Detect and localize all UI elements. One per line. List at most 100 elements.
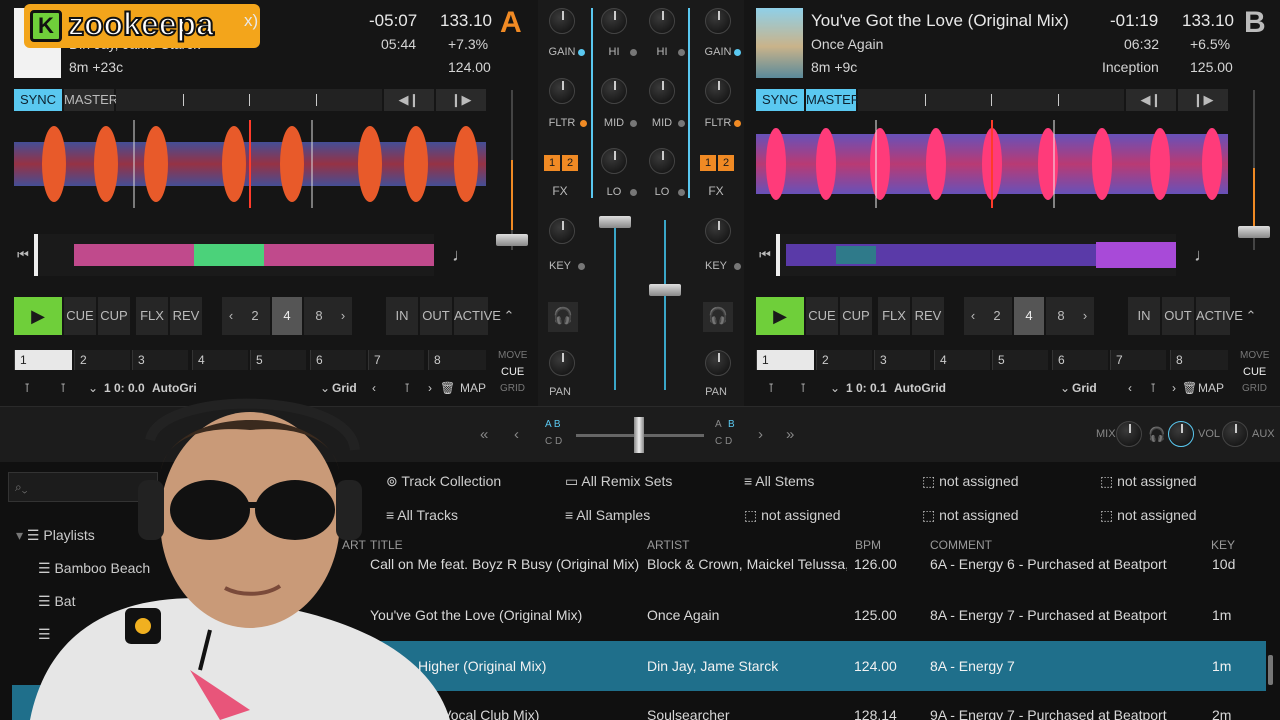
deck-b-overview-waveform[interactable] [776,234,1176,276]
channel-a-key-led[interactable] [578,263,585,270]
deck-b-collapse-icon[interactable]: ⌃ [1236,297,1266,335]
crossfader-right-cd[interactable]: C D [715,436,732,447]
table-row[interactable]: gh (Vocal Club Mix) Soulsearcher 128.14 … [342,700,1266,720]
favorite-slot-4[interactable]: ⬚ not assigned [922,473,1019,490]
deck-b-hotcue-2[interactable]: 2 [816,350,872,370]
deck-a-bpm[interactable]: 133.10 [440,11,492,31]
channel-b-headphone-cue-icon[interactable]: 🎧 [703,302,733,332]
deck-a-letter[interactable]: A [500,6,522,40]
deck-a-nudge-forward-button[interactable]: ❙▶ [436,89,486,111]
deck-a-loop-size-8[interactable]: 8 [304,297,334,335]
deck-a-map-button[interactable]: MAP [460,381,486,395]
deck-b-move-cue-toggle[interactable]: CUE [1243,366,1266,378]
channel-b-fx-1-button[interactable]: 1 [700,155,716,171]
deck-b-sync-button[interactable]: SYNC [756,89,804,111]
deck-a-hotcue-2[interactable]: 2 [74,350,130,370]
deck-b-grid-left-icon[interactable]: ‹ [1128,381,1132,395]
channel-b-filter-knob[interactable] [705,78,731,104]
crossfader-nudge-left-icon[interactable]: ‹ [514,426,519,443]
deck-b-grid-label[interactable]: Grid [1072,381,1097,395]
deck-b-loop-size-8[interactable]: 8 [1046,297,1076,335]
deck-b-hotcue-5[interactable]: 5 [992,350,1048,370]
deck-b-cup-button[interactable]: CUP [840,297,872,335]
channel-b-pan-knob[interactable] [705,350,731,376]
deck-b-autogrid[interactable]: AutoGrid [894,381,946,395]
favorite-slot-8[interactable]: ⬚ not assigned [744,507,841,524]
table-row[interactable]: Call on Me feat. Boyz R Busy (Original M… [342,548,1266,580]
channel-a-pan-knob[interactable] [549,350,575,376]
deck-b-map-button[interactable]: MAP [1198,381,1224,395]
deck-b-grid-marker-icon[interactable]: ⊺ [1150,381,1156,395]
deck-b-hotcue-7[interactable]: 7 [1110,350,1166,370]
deck-a-sync-button[interactable]: SYNC [14,89,62,111]
crossfader-right-b[interactable]: B [728,419,735,430]
deck-a-reverse-button[interactable]: REV [170,297,202,335]
deck-b-nudge-back-button[interactable]: ◀❙ [1126,89,1176,111]
deck-a-hotcue-8[interactable]: 8 [428,350,486,370]
deck-b-nudge-forward-button[interactable]: ❙▶ [1178,89,1228,111]
deck-b-skip-start-icon[interactable]: ⏮ [756,244,774,266]
deck-a-play-button[interactable]: ▶ [14,297,62,335]
channel-b-gain-knob[interactable] [705,8,731,34]
deck-b-play-button[interactable]: ▶ [756,297,804,335]
deck-a-hotcue-4[interactable]: 4 [192,350,248,370]
deck-b-grid-tap-icon[interactable]: ⊺ [768,381,774,395]
channel-a-gain-knob[interactable] [549,8,575,34]
deck-a-cup-button[interactable]: CUP [98,297,130,335]
channel-a-eq-mid-knob[interactable] [601,78,627,104]
deck-b-hotcue-6[interactable]: 6 [1052,350,1108,370]
channel-b-eq-mid-knob[interactable] [649,78,675,104]
deck-b-loop-smaller-button[interactable]: ‹ [964,297,982,335]
favorite-slot-10[interactable]: ⬚ not assigned [1100,507,1197,524]
channel-b-fx-2-button[interactable]: 2 [718,155,734,171]
channel-b-eq-hi-knob[interactable] [649,8,675,34]
channel-a-filter-knob[interactable] [549,78,575,104]
deck-b-waveform[interactable] [756,120,1228,208]
deck-a-move-grid-toggle[interactable]: GRID [500,383,525,394]
channel-b-volume-fader[interactable] [649,284,681,296]
crossfader-left-ab[interactable]: A B [545,419,561,430]
channel-b-eq-hi-led[interactable] [678,49,685,56]
channel-a-headphone-cue-icon[interactable]: 🎧 [548,302,578,332]
crossfader-handle[interactable] [634,417,644,453]
deck-a-loop-size-4[interactable]: 4 [272,297,302,335]
channel-b-key-led[interactable] [734,263,741,270]
channel-a-fx-1-button[interactable]: 1 [544,155,560,171]
deck-b-letter[interactable]: B [1244,6,1266,40]
deck-a-loop-active-button[interactable]: ACTIVE [454,297,501,335]
channel-b-key-knob[interactable] [705,218,731,244]
aux-knob[interactable] [1222,421,1248,447]
channel-b-filter-led[interactable] [734,120,741,127]
channel-a-eq-hi-knob[interactable] [601,8,627,34]
channel-a-fx-2-button[interactable]: 2 [562,155,578,171]
deck-b-master-button[interactable]: MASTER [806,89,860,111]
table-row[interactable]: You've Got the Love (Original Mix) Once … [342,590,1266,640]
deck-a-move-cue-toggle[interactable]: CUE [501,366,524,378]
deck-a-overview-waveform[interactable] [34,234,434,276]
cue-volume-knob[interactable] [1168,421,1194,447]
deck-a-loop-out-button[interactable]: OUT [420,297,452,335]
deck-b-reverse-button[interactable]: REV [912,297,944,335]
deck-a-loop-in-button[interactable]: IN [386,297,418,335]
deck-b-loop-active-button[interactable]: ACTIVE [1196,297,1243,335]
crossfader-jump-right-icon[interactable]: » [786,426,794,443]
crossfader-right-a[interactable]: A [715,419,722,430]
favorite-slot-9[interactable]: ⬚ not assigned [922,507,1019,524]
deck-b-chevron-down-icon[interactable]: ⌄ [830,381,840,395]
deck-b-bpm[interactable]: 133.10 [1182,11,1234,31]
deck-a-flux-button[interactable]: FLX [136,297,168,335]
deck-a-hotcue-6[interactable]: 6 [310,350,366,370]
deck-b-tempo-note-icon[interactable]: ♩ [1192,244,1214,266]
deck-a-hotcue-3[interactable]: 3 [132,350,188,370]
browser-scrollbar[interactable] [1268,655,1273,685]
deck-b-hotcue-1[interactable]: 1 [756,350,814,370]
deck-b-flux-button[interactable]: FLX [878,297,910,335]
deck-b-loop-larger-button[interactable]: › [1076,297,1094,335]
deck-b-tempo-fader[interactable] [1238,90,1270,250]
deck-a-cue-button[interactable]: CUE [64,297,96,335]
deck-a-master-button[interactable]: MASTER [64,89,118,111]
channel-a-eq-lo-knob[interactable] [601,148,627,174]
deck-b-grid-set-icon[interactable]: ⊺ [800,381,806,395]
deck-a-loop-larger-button[interactable]: › [334,297,352,335]
deck-a-tempo-fader[interactable] [496,90,528,250]
